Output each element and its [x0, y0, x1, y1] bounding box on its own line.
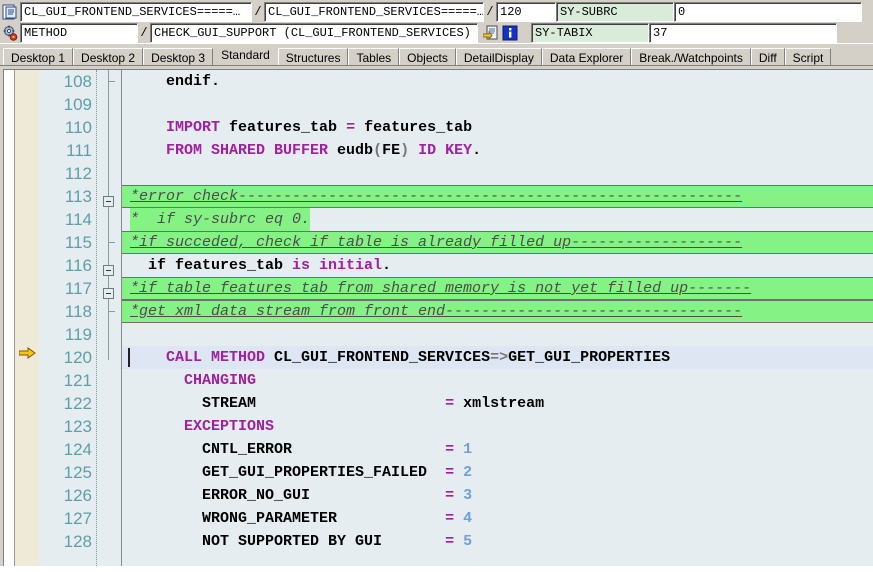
tab-desktop-1[interactable]: Desktop 1 [3, 48, 74, 65]
code-line-comment[interactable]: *if table features_tab from shared memor… [122, 277, 873, 300]
debugger-header: CL_GUI_FRONTEND_SERVICES=====… / CL_GUI_… [0, 0, 873, 43]
line-number: 118 [64, 302, 92, 321]
code-line[interactable]: STREAM = xmlstream [122, 392, 873, 415]
breakpoint-margin[interactable] [4, 70, 15, 566]
header-row-event: METHOD / CHECK_GUI_SUPPORT (CL_GUI_FRONT… [0, 23, 873, 43]
tab-structures[interactable]: Structures [277, 48, 349, 65]
line-separator: / [484, 2, 496, 22]
header-row-program: CL_GUI_FRONTEND_SERVICES=====… / CL_GUI_… [0, 2, 873, 22]
code-line[interactable]: CHANGING [122, 369, 873, 392]
line-number: 113 [64, 187, 92, 206]
comment-text: *if table features_tab from shared memor… [130, 280, 752, 297]
line-number: 128 [63, 532, 92, 551]
program-main-field[interactable]: CL_GUI_FRONTEND_SERVICES=====… [20, 2, 252, 22]
line-number: 125 [63, 463, 92, 482]
tab-break-watchpoints[interactable]: Break./Watchpoints [631, 48, 751, 65]
code-line[interactable] [122, 162, 873, 185]
fold-toggle-116[interactable] [103, 265, 114, 276]
code-line[interactable]: GET_GUI_PROPERTIES_FAILED = 2 [122, 461, 873, 484]
line-number: 109 [63, 95, 92, 114]
tab-desktop-3[interactable]: Desktop 3 [143, 48, 214, 65]
fold-toggle-113[interactable] [103, 196, 114, 207]
text-cursor [128, 348, 130, 367]
sysfield-label-subrc: SY-SUBRC [556, 2, 674, 22]
code-line-comment[interactable]: * if sy-subrc eq 0. [122, 208, 873, 232]
code-line-current[interactable]: CALL METHOD CL_GUI_FRONTEND_SERVICES=>GE… [122, 346, 873, 369]
tab-standard[interactable]: Standard [213, 46, 278, 65]
comment-text: *error check----------------------------… [130, 188, 743, 205]
code-folding-gutter[interactable] [97, 70, 121, 566]
execution-arrow-icon [19, 347, 36, 359]
event-type-field[interactable]: METHOD [20, 23, 138, 43]
jump-to-source-icon[interactable] [483, 25, 499, 41]
line-number-gutter: 108 109 110 111 112 113 114 115 116 117 … [39, 70, 97, 566]
line-number: 110 [64, 118, 92, 137]
comment-text: * if sy-subrc eq 0. [130, 208, 311, 232]
sysfield-value-subrc[interactable]: 0 [674, 2, 862, 22]
event-separator: / [138, 23, 150, 43]
line-number: 119 [64, 325, 92, 344]
information-icon[interactable] [502, 25, 518, 41]
header-icon-group [478, 23, 531, 43]
code-line[interactable]: FROM SHARED BUFFER eudb(FE) ID KEY. [122, 139, 873, 162]
code-line[interactable]: IMPORT features_tab = features_tab [122, 116, 873, 139]
line-number: 108 [63, 72, 92, 91]
line-number-field[interactable]: 120 [496, 2, 556, 22]
sysfield-label-tabix: SY-TABIX [531, 23, 649, 43]
line-number: 123 [63, 417, 92, 436]
line-number: 124 [63, 440, 92, 459]
line-number: 114 [64, 210, 92, 229]
execution-pointer-margin [15, 70, 39, 566]
line-number: 126 [63, 486, 92, 505]
line-number: 115 [64, 233, 92, 252]
debugger-tab-bar: Desktop 1 Desktop 2 Desktop 3 Standard S… [0, 44, 873, 66]
code-line-comment[interactable]: *if succeded, check if table is already … [122, 231, 873, 254]
line-number: 116 [64, 256, 92, 275]
program-icon [0, 2, 20, 22]
code-line[interactable]: ERROR_NO_GUI = 3 [122, 484, 873, 507]
tab-data-explorer[interactable]: Data Explorer [541, 48, 632, 65]
sysfield-value-tabix[interactable]: 37 [649, 23, 837, 43]
event-gear-icon [0, 23, 20, 43]
tab-objects[interactable]: Objects [399, 48, 456, 65]
tab-script[interactable]: Script [784, 48, 832, 65]
code-line[interactable]: WRONG_PARAMETER = 4 [122, 507, 873, 530]
program-include-field[interactable]: CL_GUI_FRONTEND_SERVICES=====… [264, 2, 484, 22]
comment-text: *if succeded, check if table is already … [130, 234, 743, 251]
line-number: 117 [64, 279, 92, 298]
line-number: 122 [63, 394, 92, 413]
comment-text: *get xml data stream from front end-----… [130, 303, 743, 320]
code-line[interactable]: if features_tab is initial. [122, 254, 873, 277]
fold-toggle-117[interactable] [103, 288, 114, 299]
code-line-comment[interactable]: *get xml data stream from front end-----… [122, 300, 873, 323]
code-line[interactable]: EXCEPTIONS [122, 415, 873, 438]
tab-tables[interactable]: Tables [348, 48, 400, 65]
line-number: 121 [63, 371, 92, 390]
line-number: 112 [64, 164, 92, 183]
code-line[interactable]: endif. [122, 70, 873, 93]
code-line[interactable] [122, 93, 873, 116]
code-line[interactable]: NOT SUPPORTED BY GUI = 5 [122, 530, 873, 553]
code-line[interactable] [122, 323, 873, 346]
event-name-field[interactable]: CHECK_GUI_SUPPORT (CL_GUI_FRONTEND_SERVI… [150, 23, 478, 43]
line-number: 127 [63, 509, 92, 528]
tab-diff[interactable]: Diff [750, 48, 785, 65]
tab-desktop-2[interactable]: Desktop 2 [73, 48, 144, 65]
tab-detaildisplay[interactable]: DetailDisplay [455, 48, 542, 65]
line-number: 120 [63, 348, 92, 367]
program-separator: / [252, 2, 264, 22]
code-line-comment[interactable]: *error check----------------------------… [122, 185, 873, 208]
line-number: 111 [66, 141, 92, 160]
code-line[interactable]: CNTL_ERROR = 1 [122, 438, 873, 461]
source-editor[interactable]: 108 109 110 111 112 113 114 115 116 117 … [3, 69, 873, 566]
code-text-area[interactable]: endif. IMPORT features_tab = features_ta… [121, 70, 873, 566]
source-editor-container: 108 109 110 111 112 113 114 115 116 117 … [0, 66, 873, 566]
